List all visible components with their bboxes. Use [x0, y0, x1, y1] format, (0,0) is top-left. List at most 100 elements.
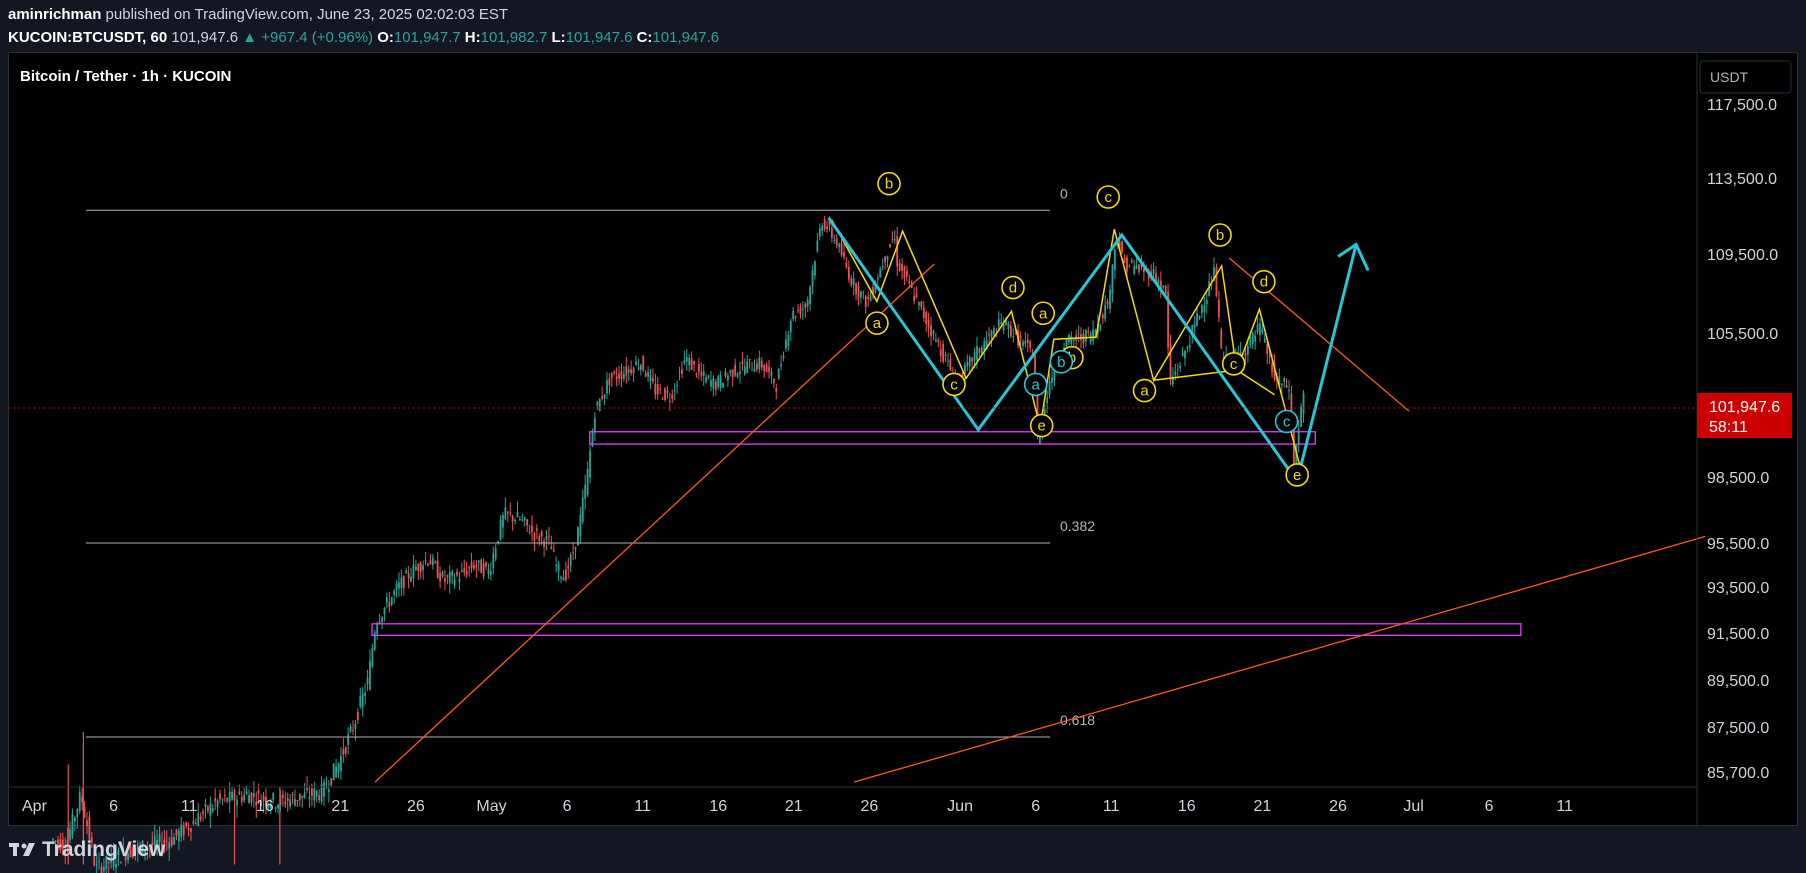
candle-body — [823, 219, 826, 230]
candle-body — [678, 371, 681, 373]
candle-body — [622, 374, 625, 379]
candle-body — [1029, 341, 1032, 348]
candle-body — [509, 512, 512, 514]
candle-body — [216, 800, 219, 808]
currency-button[interactable]: USDT — [1699, 60, 1792, 94]
wave-sub-path-extra — [1153, 369, 1275, 396]
candle-body — [1249, 337, 1252, 346]
candle-body — [1263, 338, 1266, 343]
time-tick-label: 11 — [1103, 798, 1120, 815]
candle-body — [460, 570, 463, 572]
wave-label-text: b — [1057, 354, 1065, 371]
candle-body — [753, 368, 756, 372]
candle-body — [385, 597, 388, 603]
candle-body — [366, 677, 369, 684]
candle-body — [613, 371, 616, 373]
price-tick-label: 89,500.0 — [1707, 673, 1769, 690]
candle-body — [427, 563, 429, 565]
candle-body — [395, 583, 398, 591]
price-chart[interactable]: 00.3820.618 bacdabcebdacebca Bitcoin / T… — [0, 0, 1806, 873]
candle-body — [748, 358, 751, 361]
candle-body — [593, 418, 596, 433]
candle-body — [1000, 321, 1003, 325]
candle-body — [589, 450, 591, 478]
time-tick-label: 21 — [785, 798, 803, 815]
price-tick-label: 93,500.0 — [1707, 580, 1769, 597]
candle-body — [444, 578, 446, 582]
candle-body — [920, 301, 923, 308]
candle-body — [1002, 324, 1005, 331]
candle-body — [323, 781, 325, 797]
candle-body — [422, 565, 425, 570]
wave-label-text: c — [950, 376, 958, 393]
candle-body — [223, 794, 226, 796]
candle-body — [811, 270, 814, 287]
candle-body — [947, 360, 949, 362]
candle-body — [197, 813, 200, 827]
candle-body — [281, 794, 284, 798]
footer-brand[interactable]: TradingView — [8, 838, 165, 862]
candle-body — [1201, 305, 1203, 314]
candle-body — [424, 560, 427, 562]
candle-body — [219, 793, 221, 800]
candle-body — [702, 371, 705, 376]
candle-body — [78, 791, 81, 812]
trendlines — [374, 257, 1706, 783]
wave-label-sub: c — [1096, 185, 1121, 209]
wave-labels: bacdabcebdacebca — [865, 171, 1309, 487]
candle-body — [615, 376, 618, 379]
candle-body — [857, 286, 860, 298]
candle-body — [182, 825, 185, 836]
wave-label-sub: d — [1001, 275, 1025, 300]
candle-body — [548, 535, 550, 537]
candle-body — [642, 356, 645, 371]
price-tick-label: 98,500.0 — [1707, 470, 1769, 487]
candle-body — [451, 571, 454, 576]
candle-body — [458, 578, 461, 583]
candle-body — [780, 364, 783, 367]
candle-body — [1268, 355, 1271, 357]
candle-body — [1283, 378, 1286, 382]
time-tick-label: 21 — [1253, 798, 1271, 815]
candle-body — [637, 367, 640, 369]
candle-body — [398, 582, 400, 589]
candle-body — [700, 371, 703, 376]
candle-body — [202, 811, 204, 814]
candle-body — [468, 567, 471, 569]
candle-body — [1080, 334, 1082, 340]
candle-body — [180, 824, 183, 837]
candle-body — [456, 571, 458, 576]
candle-body — [908, 281, 911, 283]
candle-body — [318, 795, 321, 800]
candle-body — [535, 528, 538, 531]
time-tick-label: 26 — [407, 798, 425, 815]
candle-body — [369, 661, 371, 690]
candle-body — [211, 808, 214, 812]
candle-body — [792, 310, 795, 320]
candle-body — [741, 361, 744, 364]
candle-body — [209, 803, 212, 816]
candle-body — [342, 749, 345, 755]
candle-body — [898, 263, 901, 272]
candle-body — [1251, 332, 1254, 344]
candle-body — [231, 791, 233, 800]
candle-body — [567, 565, 570, 569]
candle-body — [603, 394, 606, 399]
candle-body — [1152, 269, 1155, 274]
elliott-waves — [827, 217, 1370, 474]
wave-label-sub: a — [1031, 301, 1056, 326]
candle-body — [289, 799, 292, 807]
candle-body — [625, 366, 628, 376]
candle-body — [618, 373, 620, 379]
candle-body — [1019, 335, 1022, 339]
candle-body — [939, 349, 942, 356]
candle-body — [976, 346, 978, 361]
candle-body — [751, 369, 753, 371]
candle-body — [337, 763, 340, 773]
candle-body — [763, 364, 766, 371]
candle-body — [199, 816, 202, 820]
candle-body — [668, 400, 671, 402]
candle-body — [245, 791, 248, 794]
candle-body — [930, 325, 932, 337]
candle-body — [402, 576, 405, 589]
